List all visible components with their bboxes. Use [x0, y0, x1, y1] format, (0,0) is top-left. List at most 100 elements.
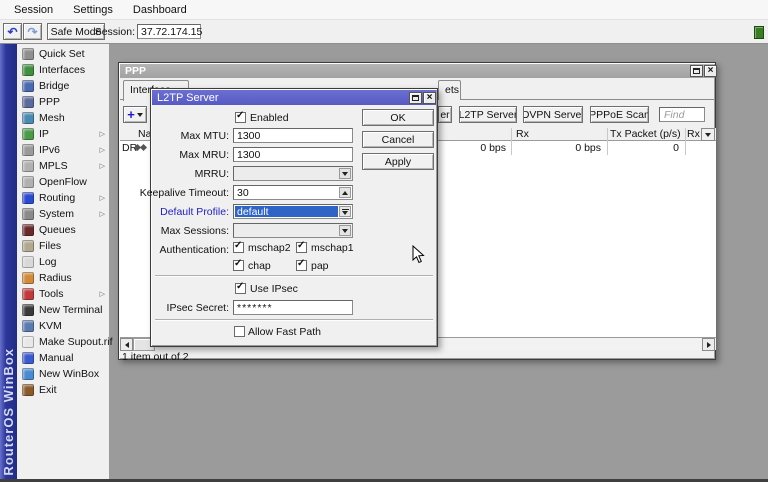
sidebar-item-ipv6[interactable]: IPv6 ▷ [17, 142, 109, 158]
scroll-left-button[interactable] [120, 338, 133, 351]
add-button[interactable]: + [123, 106, 147, 123]
sidebar-item-label: MPLS [39, 160, 68, 172]
max-mtu-field[interactable]: 1300 [233, 128, 353, 143]
server-button-partial[interactable]: er [438, 106, 452, 123]
session-address-field[interactable]: 37.72.174.15 [137, 24, 202, 39]
find-input[interactable]: Find [659, 107, 705, 122]
mouse-cursor [412, 245, 425, 264]
menu-session[interactable]: Session [4, 0, 63, 20]
sidebar-item-files[interactable]: Files [17, 238, 109, 254]
sidebar-item-ppp[interactable]: PPP [17, 94, 109, 110]
auth-option-label: pap [311, 260, 329, 272]
column-tx-packet[interactable]: Tx Packet (p/s) [610, 128, 681, 140]
use-ipsec-label: Use IPsec [250, 283, 298, 295]
sidebar-item-mpls[interactable]: MPLS ▷ [17, 158, 109, 174]
ipsec-secret-field[interactable]: ******* [233, 300, 353, 315]
chap-checkbox[interactable]: ✓ [233, 258, 244, 271]
sidebar-item-new-winbox[interactable]: New WinBox [17, 366, 109, 382]
sidebar-item-openflow[interactable]: OpenFlow [17, 174, 109, 190]
ppp-maximize-button[interactable] [690, 65, 703, 77]
column-rx-packet[interactable]: Rx P [687, 128, 700, 140]
ovpn-server-button[interactable]: OVPN Server [523, 106, 583, 123]
sidebar-item-mesh[interactable]: Mesh [17, 110, 109, 126]
ppp-titlebar[interactable]: PPP × [120, 64, 717, 78]
dialog-titlebar[interactable]: L2TP Server × [152, 90, 436, 105]
submenu-arrow-icon: ▷ [99, 195, 105, 202]
sidebar-item-interfaces[interactable]: Interfaces [17, 62, 109, 78]
dialog-maximize-button[interactable] [409, 92, 422, 104]
enabled-label: Enabled [250, 112, 289, 124]
mschap2-checkbox[interactable]: ✓ [233, 240, 244, 253]
sidebar-item-label: Files [39, 240, 62, 252]
sidebar-item-exit[interactable]: Exit [17, 382, 109, 398]
column-rx[interactable]: Rx [516, 128, 529, 140]
menu-settings[interactable]: Settings [63, 0, 123, 20]
sidebar-item-manual[interactable]: Manual [17, 350, 109, 366]
brand-text: RouterOS WinBox [1, 348, 16, 476]
scroll-right-button[interactable] [702, 338, 715, 351]
chevron-up-icon [342, 190, 348, 195]
auth-option-mschap2: ✓ mschap2 [233, 240, 293, 254]
apply-button[interactable]: Apply [362, 153, 434, 170]
sidebar-item-routing[interactable]: Routing ▷ [17, 190, 109, 206]
row-rx-value[interactable]: 0 bps [516, 142, 601, 154]
max-mru-field[interactable]: 1300 [233, 147, 353, 162]
sidebar-item-tools[interactable]: Tools ▷ [17, 286, 109, 302]
sidebar-item-label: Interfaces [39, 64, 86, 76]
mrru-field[interactable] [233, 166, 353, 181]
dropdown-load-icon [341, 208, 349, 215]
check-icon: ✓ [297, 258, 306, 269]
menubar: Session Settings Dashboard [0, 0, 768, 20]
chevron-down-icon [705, 132, 711, 137]
sidebar-item-new-terminal[interactable]: New Terminal [17, 302, 109, 318]
files-icon [22, 240, 34, 252]
mrru-dropdown-button[interactable] [339, 168, 351, 179]
sidebar-item-system[interactable]: System ▷ [17, 206, 109, 222]
ppp-close-button[interactable]: × [704, 65, 717, 77]
queues-icon [22, 224, 34, 236]
l2tp-interface-icon [139, 143, 148, 152]
sidebar-item-label: Exit [39, 384, 57, 396]
allow-fast-path-checkbox[interactable] [234, 326, 245, 337]
cancel-button[interactable]: Cancel [362, 131, 434, 148]
pppoe-scan-button[interactable]: PPPoE Scan [590, 106, 649, 123]
menu-dashboard[interactable]: Dashboard [123, 0, 197, 20]
dialog-close-button[interactable]: × [423, 92, 436, 104]
enabled-checkbox[interactable]: ✓ [235, 110, 246, 123]
sidebar-item-label: Tools [39, 288, 64, 300]
keepalive-field[interactable]: 30 [233, 185, 353, 200]
l2tp-server-button[interactable]: L2TP Server [459, 106, 517, 123]
mschap1-checkbox[interactable]: ✓ [296, 240, 307, 253]
row-tx-packet-value[interactable]: 0 [620, 142, 679, 154]
default-profile-dropdown-button[interactable] [339, 206, 351, 217]
sidebar-item-kvm[interactable]: KVM [17, 318, 109, 334]
submenu-arrow-icon: ▷ [99, 131, 105, 138]
ok-button[interactable]: OK [362, 109, 434, 126]
auth-option-label: chap [248, 260, 271, 272]
sidebar-item-queues[interactable]: Queues [17, 222, 109, 238]
sidebar-item-make-supout-rif[interactable]: Make Supout.rif [17, 334, 113, 350]
maximize-icon [693, 68, 700, 74]
sidebar-item-radius[interactable]: Radius [17, 270, 109, 286]
log-icon [22, 256, 34, 268]
authentication-label: Authentication: [159, 244, 229, 256]
tab-secrets-partial[interactable]: ets [438, 80, 461, 100]
redo-button[interactable]: ↷ [23, 23, 42, 40]
pap-checkbox[interactable]: ✓ [296, 258, 307, 271]
sidebar-item-label: Mesh [39, 112, 65, 124]
sidebar-item-quick-set[interactable]: Quick Set [17, 46, 109, 62]
max-sessions-field[interactable] [233, 223, 353, 238]
undo-button[interactable]: ↶ [3, 23, 22, 40]
column-select-button[interactable] [701, 128, 715, 141]
ipv6-icon [22, 144, 34, 156]
sidebar-item-label: Bridge [39, 80, 70, 92]
sidebar-item-bridge[interactable]: Bridge [17, 78, 109, 94]
max-sessions-dropdown-button[interactable] [339, 225, 351, 236]
sidebar-item-label: IP [39, 128, 49, 140]
keepalive-up-button[interactable] [339, 187, 351, 198]
use-ipsec-checkbox[interactable]: ✓ [235, 281, 246, 294]
default-profile-field[interactable]: default [233, 204, 353, 219]
sidebar-item-log[interactable]: Log [17, 254, 109, 270]
sidebar-item-ip[interactable]: IP ▷ [17, 126, 109, 142]
arrow-left-icon [124, 341, 129, 348]
